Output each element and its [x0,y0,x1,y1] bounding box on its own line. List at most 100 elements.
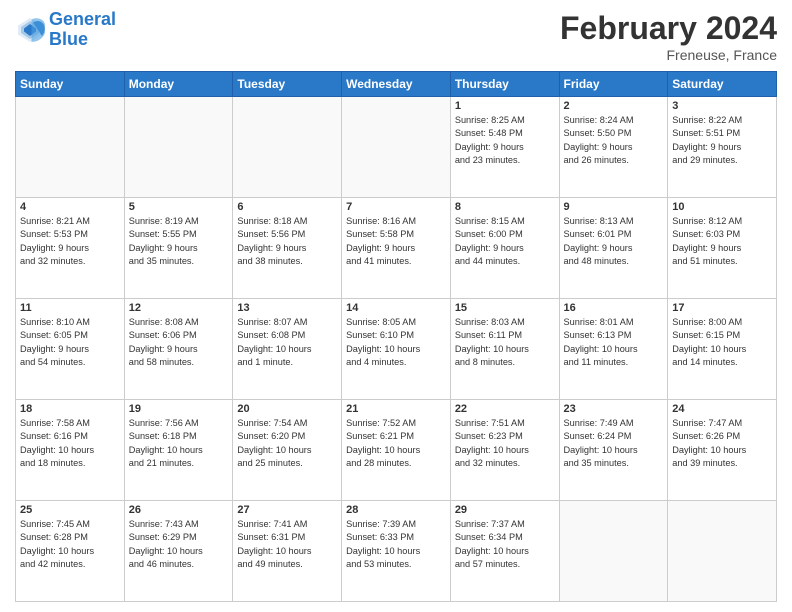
month-year: February 2024 [560,10,777,47]
calendar-cell: 14 Sunrise: 8:05 AMSunset: 6:10 PMDayligh… [342,299,451,400]
calendar-cell [342,97,451,198]
day-info: Sunrise: 7:54 AMSunset: 6:20 PMDaylight:… [237,417,337,470]
day-info: Sunrise: 7:37 AMSunset: 6:34 PMDaylight:… [455,518,555,571]
calendar-cell: 1 Sunrise: 8:25 AMSunset: 5:48 PMDaylight… [450,97,559,198]
weekday-monday: Monday [124,72,233,97]
day-number: 23 [564,403,664,415]
day-number: 9 [564,201,664,213]
day-number: 3 [672,100,772,112]
day-number: 28 [346,504,446,516]
calendar-cell: 24 Sunrise: 7:47 AMSunset: 6:26 PMDayligh… [668,400,777,501]
calendar-cell: 7 Sunrise: 8:16 AMSunset: 5:58 PMDaylight… [342,198,451,299]
calendar-cell: 10 Sunrise: 8:12 AMSunset: 6:03 PMDayligh… [668,198,777,299]
calendar-cell: 8Sunrise: 8:15 AMSunset: 6:00 PMDaylight… [450,198,559,299]
day-info: Sunrise: 8:24 AMSunset: 5:50 PMDaylight:… [564,114,664,167]
day-number: 7 [346,201,446,213]
calendar-cell: 22 Sunrise: 7:51 AMSunset: 6:23 PMDayligh… [450,400,559,501]
calendar-cell: 25 Sunrise: 7:45 AMSunset: 6:28 PMDayligh… [16,501,125,602]
calendar-cell: 15 Sunrise: 8:03 AMSunset: 6:11 PMDayligh… [450,299,559,400]
day-number: 11 [20,302,120,314]
calendar-cell: 16 Sunrise: 8:01 AMSunset: 6:13 PMDayligh… [559,299,668,400]
week-row-1: 4 Sunrise: 8:21 AMSunset: 5:53 PMDaylight… [16,198,777,299]
calendar-cell: 9Sunrise: 8:13 AMSunset: 6:01 PMDaylight… [559,198,668,299]
week-row-3: 18Sunrise: 7:58 AMSunset: 6:16 PMDayligh… [16,400,777,501]
day-info: Sunrise: 7:49 AMSunset: 6:24 PMDaylight:… [564,417,664,470]
calendar-cell: 12Sunrise: 8:08 AMSunset: 6:06 PMDayligh… [124,299,233,400]
calendar-cell: 5Sunrise: 8:19 AMSunset: 5:55 PMDaylight… [124,198,233,299]
day-number: 17 [672,302,772,314]
day-number: 13 [237,302,337,314]
day-info: Sunrise: 7:43 AMSunset: 6:29 PMDaylight:… [129,518,229,571]
calendar-cell [668,501,777,602]
calendar-cell: 27 Sunrise: 7:41 AMSunset: 6:31 PMDayligh… [233,501,342,602]
calendar-cell: 11 Sunrise: 8:10 AMSunset: 6:05 PMDayligh… [16,299,125,400]
weekday-thursday: Thursday [450,72,559,97]
day-number: 1 [455,100,555,112]
day-info: Sunrise: 7:47 AMSunset: 6:26 PMDaylight:… [672,417,772,470]
day-number: 22 [455,403,555,415]
day-number: 25 [20,504,120,516]
title-block: February 2024 Freneuse, France [560,10,777,63]
calendar-cell: 28Sunrise: 7:39 AMSunset: 6:33 PMDayligh… [342,501,451,602]
day-info: Sunrise: 8:05 AMSunset: 6:10 PMDaylight:… [346,316,446,369]
day-info: Sunrise: 8:22 AMSunset: 5:51 PMDaylight:… [672,114,772,167]
location: Freneuse, France [560,47,777,63]
day-info: Sunrise: 8:08 AMSunset: 6:06 PMDaylight:… [129,316,229,369]
day-number: 20 [237,403,337,415]
day-number: 26 [129,504,229,516]
day-info: Sunrise: 8:19 AMSunset: 5:55 PMDaylight:… [129,215,229,268]
day-number: 29 [455,504,555,516]
day-number: 16 [564,302,664,314]
day-info: Sunrise: 7:41 AMSunset: 6:31 PMDaylight:… [237,518,337,571]
day-number: 4 [20,201,120,213]
day-info: Sunrise: 8:12 AMSunset: 6:03 PMDaylight:… [672,215,772,268]
logo-icon [15,15,45,45]
day-number: 24 [672,403,772,415]
page: General Blue February 2024 Freneuse, Fra… [0,0,792,612]
day-info: Sunrise: 7:52 AMSunset: 6:21 PMDaylight:… [346,417,446,470]
weekday-tuesday: Tuesday [233,72,342,97]
calendar-cell: 2 Sunrise: 8:24 AMSunset: 5:50 PMDaylight… [559,97,668,198]
calendar-cell [124,97,233,198]
day-info: Sunrise: 7:45 AMSunset: 6:28 PMDaylight:… [20,518,120,571]
calendar-cell: 26 Sunrise: 7:43 AMSunset: 6:29 PMDayligh… [124,501,233,602]
day-number: 2 [564,100,664,112]
day-info: Sunrise: 8:18 AMSunset: 5:56 PMDaylight:… [237,215,337,268]
day-info: Sunrise: 8:15 AMSunset: 6:00 PMDaylight:… [455,215,555,268]
day-info: Sunrise: 8:10 AMSunset: 6:05 PMDaylight:… [20,316,120,369]
day-info: Sunrise: 8:25 AMSunset: 5:48 PMDaylight:… [455,114,555,167]
calendar-cell: 3 Sunrise: 8:22 AMSunset: 5:51 PMDaylight… [668,97,777,198]
day-info: Sunrise: 7:51 AMSunset: 6:23 PMDaylight:… [455,417,555,470]
week-row-4: 25 Sunrise: 7:45 AMSunset: 6:28 PMDayligh… [16,501,777,602]
day-info: Sunrise: 8:03 AMSunset: 6:11 PMDaylight:… [455,316,555,369]
header: General Blue February 2024 Freneuse, Fra… [15,10,777,63]
calendar-cell [233,97,342,198]
day-info: Sunrise: 8:01 AMSunset: 6:13 PMDaylight:… [564,316,664,369]
weekday-header-row: SundayMondayTuesdayWednesdayThursdayFrid… [16,72,777,97]
calendar-cell: 4 Sunrise: 8:21 AMSunset: 5:53 PMDaylight… [16,198,125,299]
weekday-saturday: Saturday [668,72,777,97]
day-number: 6 [237,201,337,213]
day-number: 18 [20,403,120,415]
day-info: Sunrise: 8:00 AMSunset: 6:15 PMDaylight:… [672,316,772,369]
calendar-table: SundayMondayTuesdayWednesdayThursdayFrid… [15,71,777,602]
calendar-cell: 17 Sunrise: 8:00 AMSunset: 6:15 PMDayligh… [668,299,777,400]
day-number: 14 [346,302,446,314]
calendar-cell: 29 Sunrise: 7:37 AMSunset: 6:34 PMDayligh… [450,501,559,602]
calendar-cell [559,501,668,602]
calendar-cell [16,97,125,198]
calendar-cell: 19Sunrise: 7:56 AMSunset: 6:18 PMDayligh… [124,400,233,501]
day-number: 21 [346,403,446,415]
week-row-0: 1 Sunrise: 8:25 AMSunset: 5:48 PMDaylight… [16,97,777,198]
day-number: 19 [129,403,229,415]
day-number: 27 [237,504,337,516]
day-info: Sunrise: 8:16 AMSunset: 5:58 PMDaylight:… [346,215,446,268]
weekday-friday: Friday [559,72,668,97]
calendar-cell: 21 Sunrise: 7:52 AMSunset: 6:21 PMDayligh… [342,400,451,501]
day-info: Sunrise: 8:07 AMSunset: 6:08 PMDaylight:… [237,316,337,369]
calendar-cell: 20 Sunrise: 7:54 AMSunset: 6:20 PMDayligh… [233,400,342,501]
day-info: Sunrise: 8:21 AMSunset: 5:53 PMDaylight:… [20,215,120,268]
day-number: 15 [455,302,555,314]
calendar-cell: 23 Sunrise: 7:49 AMSunset: 6:24 PMDayligh… [559,400,668,501]
day-number: 10 [672,201,772,213]
